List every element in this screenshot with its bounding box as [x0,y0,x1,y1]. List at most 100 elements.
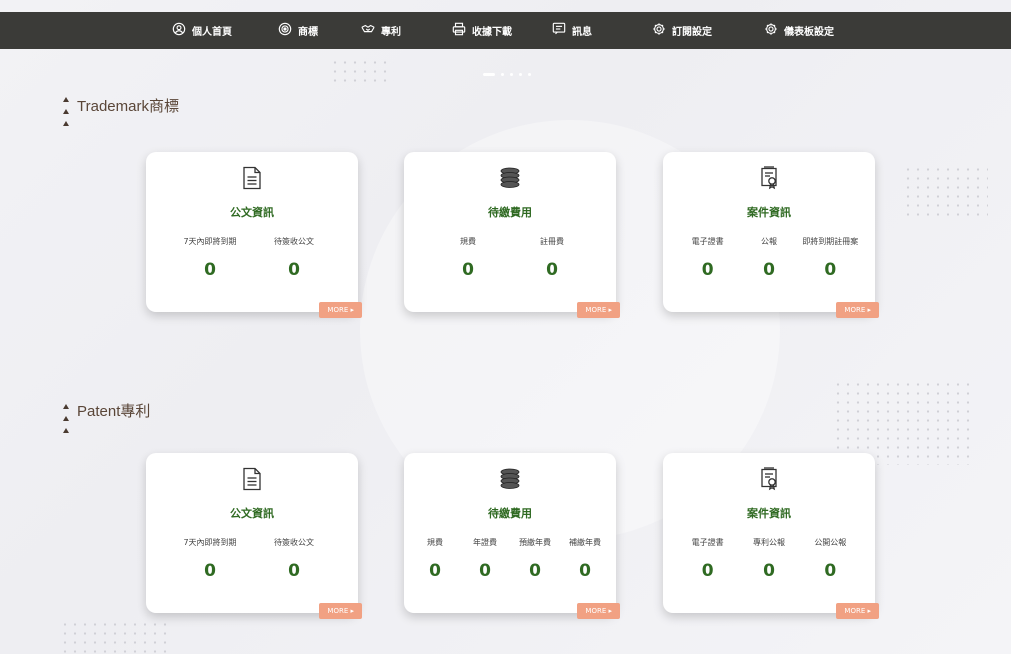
stat-label: 規費 [427,538,443,547]
stat-value: 0 [701,561,714,581]
nav-item-receipt-download[interactable]: 收據下載 [452,12,512,49]
section-marker [63,416,69,421]
stat-item[interactable]: 即將到期註冊案 0 [800,236,861,280]
stat-label: 7天內即將到期 [183,237,237,246]
stat-item[interactable]: 待簽收公文 0 [252,537,336,581]
stat-value: 0 [529,561,541,581]
nav-item-trademark[interactable]: 商標 [278,12,318,49]
more-button[interactable]: MORE ▸ [319,302,362,318]
card-title: 公文資訊 [230,206,274,219]
more-button[interactable]: MORE ▸ [836,302,879,318]
stat-value: 0 [429,561,441,581]
carousel-indicator [483,73,531,76]
stat-value: 0 [763,561,775,581]
message-icon [552,22,566,39]
section-marker [63,404,69,409]
stat-label: 電子證書 [691,538,724,547]
stat-label: 補繳年費 [569,538,601,547]
stat-item[interactable]: 電子證書 0 [677,537,738,581]
stat-item[interactable]: 年證費 0 [460,537,510,581]
nav-item-label: 個人首頁 [192,27,232,38]
user-circle-icon [172,22,186,39]
nav-item-profile-home[interactable]: 個人首頁 [172,12,232,49]
document-icon [241,467,263,491]
document-icon [241,166,263,190]
nav-item-dashboard-settings[interactable]: 儀表板設定 [764,12,834,49]
stat-value: 0 [204,260,216,280]
more-button[interactable]: MORE ▸ [577,603,620,619]
gear-icon [764,22,778,39]
section-title-patent: Patent專利 [77,403,151,420]
stat-item[interactable]: 專利公報 0 [738,537,799,581]
stat-label: 專利公報 [752,538,785,547]
stat-value: 0 [479,561,491,581]
certificate-icon [758,467,780,491]
dot-pattern [903,165,988,217]
card-title: 待繳費用 [488,507,532,520]
handshake-icon [361,22,375,39]
nav-item-label: 收據下載 [472,27,512,38]
section-marker [63,109,69,114]
more-button[interactable]: MORE ▸ [319,603,362,619]
stat-item[interactable]: 7天內即將到期 0 [168,236,252,280]
nav-item-subscription-settings[interactable]: 訂閱設定 [652,12,712,49]
dot-pattern [60,620,170,654]
stat-value: 0 [288,561,300,581]
nav-item-patent[interactable]: 專利 [361,12,401,49]
stat-item[interactable]: 待簽收公文 0 [252,236,336,280]
printer-icon [452,22,466,39]
stat-item[interactable]: 預繳年費 0 [510,537,560,581]
coins-icon [499,467,521,491]
stat-label: 即將到期註冊案 [802,237,859,246]
stat-value: 0 [701,260,714,280]
nav-item-label: 訂閱設定 [672,27,712,38]
stat-label: 待簽收公文 [274,538,314,547]
nav-item-messages[interactable]: 訊息 [552,12,592,49]
section-marker [63,97,69,102]
stat-label: 電子證書 [691,237,724,246]
dot-pattern [330,58,394,88]
stat-value: 0 [462,260,474,280]
stat-value: 0 [763,260,775,280]
stat-label: 7天內即將到期 [183,538,237,547]
stat-item[interactable]: 規費 0 [426,236,510,280]
nav-item-label: 專利 [381,27,401,38]
stat-label: 註冊費 [540,237,564,246]
card-patent-cases: 案件資訊 電子證書 0 專利公報 0 公開公報 0 MORE ▸ [663,453,879,619]
stat-label: 年證費 [473,538,497,547]
card-title: 案件資訊 [747,206,791,219]
nav-item-label: 商標 [298,27,318,38]
stat-value: 0 [288,260,300,280]
stat-item[interactable]: 7天內即將到期 0 [168,537,252,581]
stat-item[interactable]: 公報 0 [738,236,799,280]
card-patent-fees: 待繳費用 規費 0 年證費 0 預繳年費 0 補繳年費 0 MORE ▸ [404,453,620,619]
card-title: 公文資訊 [230,507,274,520]
coins-icon [499,166,521,190]
stat-value: 0 [204,561,216,581]
stat-item[interactable]: 電子證書 0 [677,236,738,280]
card-title: 待繳費用 [488,206,532,219]
card-trademark-documents: 公文資訊 7天內即將到期 0 待簽收公文 0 MORE ▸ [146,152,362,318]
top-navigation-bar: 個人首頁 商標 專利 收據下載 訊息 訂閱設定 儀表板設定 [0,12,1011,49]
stat-item[interactable]: 公開公報 0 [800,537,861,581]
stat-value: 0 [579,561,591,581]
stat-item[interactable]: 補繳年費 0 [560,537,610,581]
certificate-icon [758,166,780,190]
section-marker [63,121,69,126]
stat-label: 待簽收公文 [274,237,314,246]
nav-item-label: 儀表板設定 [784,27,834,38]
card-patent-documents: 公文資訊 7天內即將到期 0 待簽收公文 0 MORE ▸ [146,453,362,619]
stat-value: 0 [824,561,837,581]
more-button[interactable]: MORE ▸ [577,302,620,318]
stat-value: 0 [824,260,837,280]
card-trademark-fees: 待繳費用 規費 0 註冊費 0 MORE ▸ [404,152,620,318]
stat-item[interactable]: 規費 0 [410,537,460,581]
card-title: 案件資訊 [747,507,791,520]
stat-label: 預繳年費 [519,538,551,547]
more-button[interactable]: MORE ▸ [836,603,879,619]
gear-icon [652,22,666,39]
stat-item[interactable]: 註冊費 0 [510,236,594,280]
card-trademark-cases: 案件資訊 電子證書 0 公報 0 即將到期註冊案 0 MORE ▸ [663,152,879,318]
stat-label: 公開公報 [814,538,847,547]
section-title-trademark: Trademark商標 [77,98,179,115]
